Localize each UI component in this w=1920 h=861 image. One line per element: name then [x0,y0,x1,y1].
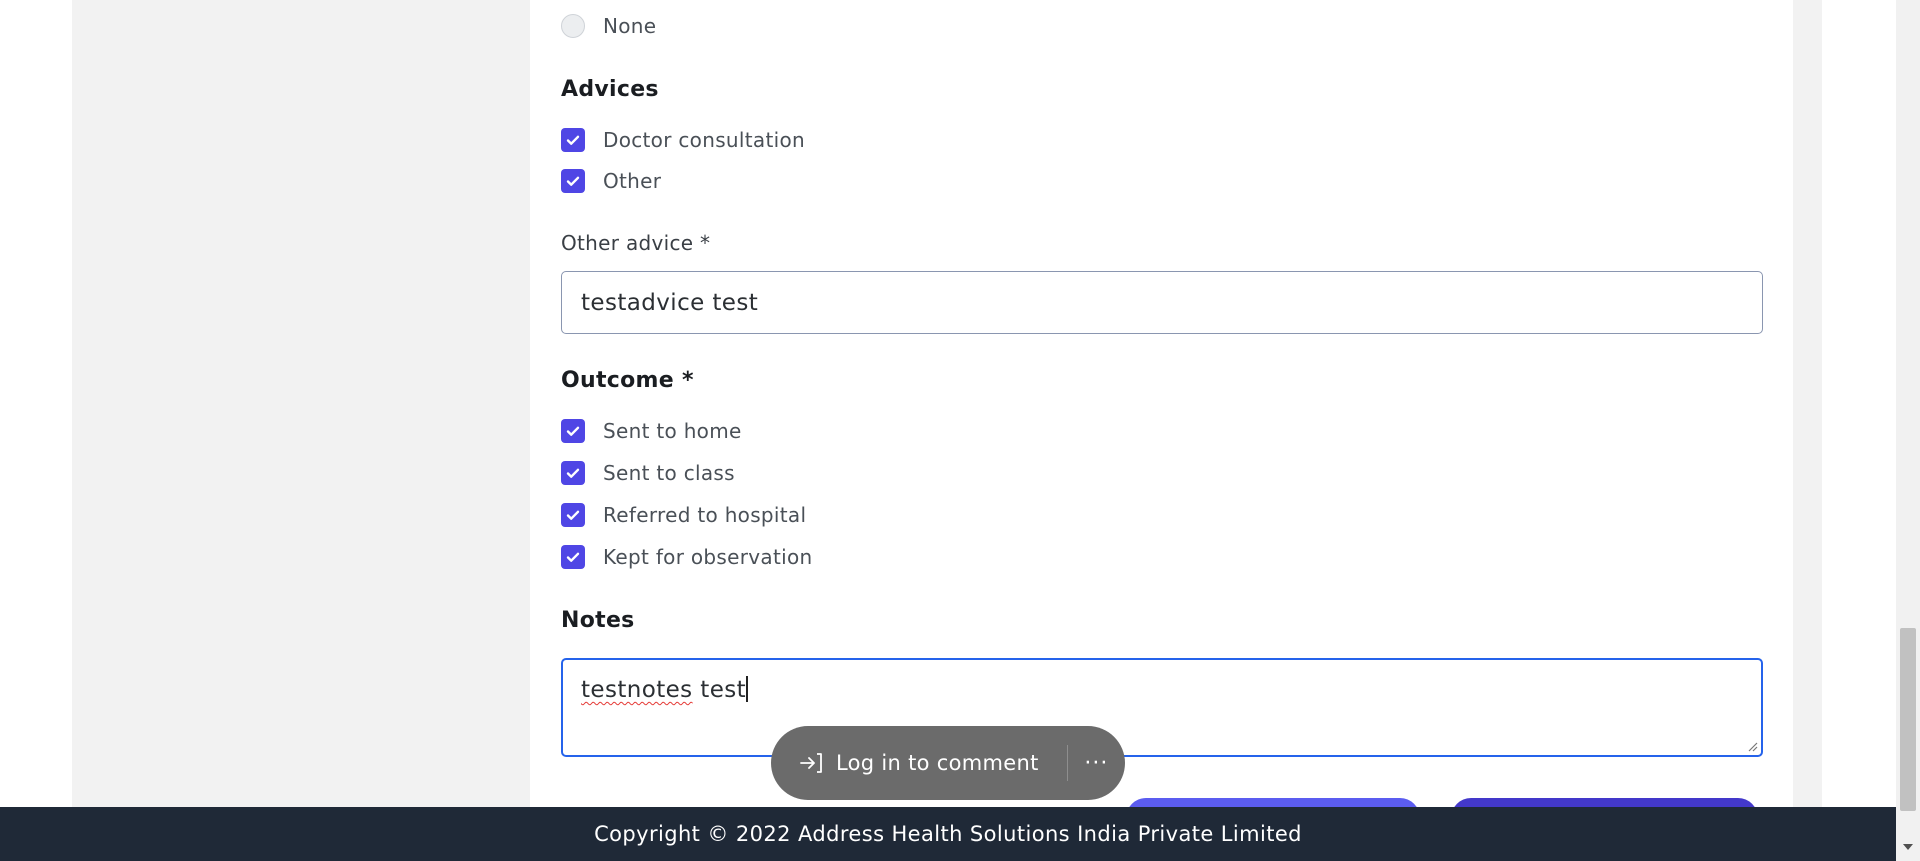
comment-toolbar: Log in to comment ··· [771,726,1125,800]
radio-button[interactable] [561,14,585,38]
radio-option-label: None [603,14,657,38]
checkbox-label: Other [603,169,662,193]
advices-title: Advices [561,77,659,102]
checkbox-label: Referred to hospital [603,503,807,527]
checkbox-label: Kept for observation [603,545,813,569]
checkbox-checked-icon[interactable] [561,503,585,527]
page-margin-left [0,0,72,807]
checkbox-label: Sent to class [603,461,735,485]
scroll-down-arrow-icon[interactable] [1902,842,1914,852]
text-caret [746,676,749,702]
resize-handle-icon[interactable] [1746,740,1758,752]
checkbox-checked-icon[interactable] [561,545,585,569]
page-margin-right [1822,0,1896,807]
checkbox-checked-icon[interactable] [561,419,585,443]
notes-textarea[interactable]: testnotes test [561,658,1763,757]
checkbox-kept-for-observation[interactable]: Kept for observation [561,545,812,569]
radio-option-none[interactable]: None [561,14,656,38]
checkbox-label: Sent to home [603,419,742,443]
more-options-button[interactable]: ··· [1068,726,1125,800]
copyright-text: Copyright © 2022 Address Health Solution… [594,822,1302,846]
notes-text: test [700,677,747,703]
checkbox-sent-to-home[interactable]: Sent to home [561,419,742,443]
checkbox-doctor-consultation[interactable]: Doctor consultation [561,128,805,152]
checkbox-other[interactable]: Other [561,169,661,193]
checkbox-label: Doctor consultation [603,128,805,152]
scrollbar-thumb[interactable] [1900,628,1916,811]
other-advice-label: Other advice * [561,231,711,255]
log-in-to-comment-label: Log in to comment [836,751,1039,775]
checkbox-checked-icon[interactable] [561,128,585,152]
notes-text-misspelled: testnotes [581,677,693,703]
outcome-title: Outcome * [561,368,694,393]
checkbox-referred-to-hospital[interactable]: Referred to hospital [561,503,806,527]
checkbox-checked-icon[interactable] [561,169,585,193]
sign-in-icon [800,753,822,773]
other-advice-input[interactable]: testadvice test [561,271,1763,334]
checkbox-checked-icon[interactable] [561,461,585,485]
log-in-to-comment-button[interactable]: Log in to comment [771,726,1039,800]
checkbox-sent-to-class[interactable]: Sent to class [561,461,735,485]
notes-title: Notes [561,608,635,633]
footer: Copyright © 2022 Address Health Solution… [0,807,1896,861]
